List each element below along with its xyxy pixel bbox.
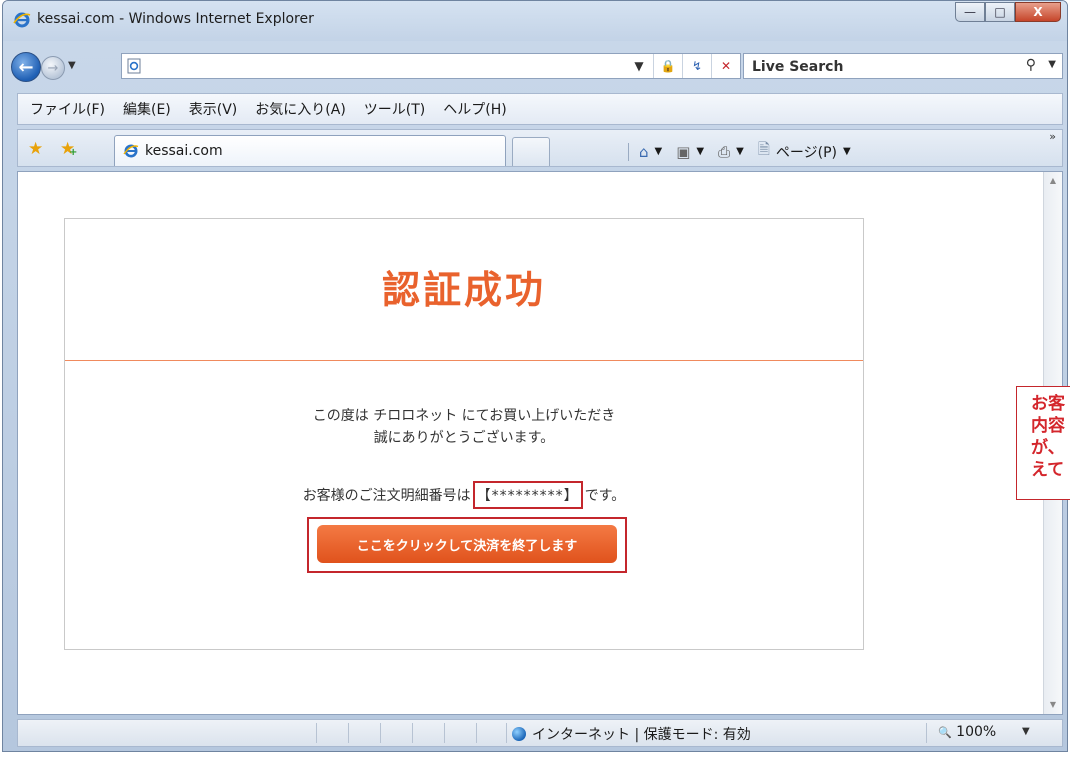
minimize-button[interactable]: —	[955, 2, 985, 22]
order-number: 【*********】	[472, 481, 583, 509]
print-icon[interactable]: ⎙	[718, 143, 730, 161]
menu-file[interactable]: ファイル(F)	[30, 99, 105, 119]
search-icon[interactable]: ⚲	[1026, 57, 1036, 73]
command-separator	[628, 142, 629, 161]
menu-favorites[interactable]: お気に入り(A)	[255, 99, 346, 119]
search-input[interactable]	[750, 56, 1004, 78]
order-prefix: お客様のご注文明細番号は	[302, 488, 471, 504]
ie-logo-icon	[13, 12, 31, 28]
zone-label: インターネット | 保護モード: 有効	[532, 727, 751, 743]
zoom-icon: 🔍	[938, 726, 952, 739]
search-box: ⚲ ▼	[743, 53, 1063, 79]
tab-kessai[interactable]: kessai.com	[114, 135, 506, 166]
minimize-icon: —	[964, 5, 976, 19]
thanks-line-2: 誠にありがとうございます。	[373, 430, 555, 446]
back-button[interactable]: ←	[11, 52, 41, 82]
status-divider	[316, 723, 317, 743]
home-dropdown-icon[interactable]: ▼	[655, 146, 663, 157]
ie-page-icon	[123, 144, 139, 158]
order-suffix: です。	[584, 488, 626, 504]
address-dropdown-icon[interactable]: ▼	[625, 54, 653, 78]
history-dropdown-icon[interactable]: ▼	[68, 60, 76, 71]
page-title: 認証成功	[381, 268, 546, 312]
address-bar[interactable]: ▼ 🔒 ↯ ✕	[121, 53, 741, 79]
order-number-line: お客様のご注文明細番号は 【*********】 です。	[65, 481, 863, 509]
status-divider	[348, 723, 349, 743]
scroll-up-icon[interactable]: ▲	[1044, 172, 1062, 190]
search-dropdown-icon[interactable]: ▼	[1048, 59, 1056, 70]
menu-help[interactable]: ヘルプ(H)	[443, 99, 506, 119]
navigation-bar: ← → ▼ ▼ 🔒 ↯ ✕ ⚲ ▼	[3, 47, 1067, 87]
status-divider	[412, 723, 413, 743]
title-divider	[65, 360, 863, 361]
feeds-icon[interactable]: ▣	[676, 143, 690, 161]
zoom-level[interactable]: 🔍 100%	[938, 724, 996, 740]
feeds-dropdown-icon[interactable]: ▼	[696, 146, 704, 157]
status-divider	[506, 723, 507, 743]
refresh-icon[interactable]: ↯	[682, 54, 711, 78]
globe-icon	[512, 727, 526, 741]
forward-arrow-icon: →	[47, 60, 59, 76]
menu-bar: ファイル(F) 編集(E) 表示(V) お気に入り(A) ツール(T) ヘルプ(…	[17, 93, 1063, 125]
status-divider	[444, 723, 445, 743]
zoom-value: 100%	[956, 724, 997, 740]
command-bar: ⌂ ▼ ▣ ▼ ⎙ ▼ 🗎 ページ(P) ▼	[628, 139, 865, 164]
maximize-button[interactable]: □	[985, 2, 1015, 22]
favorites-star-icon[interactable]: ★	[28, 139, 43, 159]
status-divider	[926, 723, 927, 743]
page-menu-button[interactable]: ページ(P)	[776, 142, 837, 162]
status-divider	[380, 723, 381, 743]
menu-tools[interactable]: ツール(T)	[364, 99, 425, 119]
plus-icon: +	[69, 147, 78, 158]
scroll-down-icon[interactable]: ▼	[1044, 696, 1062, 714]
home-icon[interactable]: ⌂	[639, 143, 649, 161]
lock-icon[interactable]: 🔒	[653, 54, 682, 78]
window-title: kessai.com - Windows Internet Explorer	[37, 11, 314, 27]
menu-edit[interactable]: 編集(E)	[123, 99, 171, 119]
more-commands-icon[interactable]: »	[1049, 130, 1056, 143]
add-favorite-icon[interactable]: ★ +	[60, 139, 78, 159]
close-button[interactable]: X	[1015, 2, 1061, 22]
forward-button[interactable]: →	[41, 56, 65, 80]
new-tab-button[interactable]	[512, 137, 550, 166]
page-dropdown-icon[interactable]: ▼	[843, 146, 851, 157]
stop-icon[interactable]: ✕	[711, 54, 740, 78]
maximize-icon: □	[994, 5, 1006, 19]
thanks-message: この度は チロロネット にてお買い上げいただき 誠にありがとうございます。	[65, 405, 863, 449]
security-zone[interactable]: インターネット | 保護モード: 有効	[512, 724, 751, 744]
tab-label: kessai.com	[145, 143, 223, 159]
window-controls: — □ X	[955, 2, 1061, 22]
address-tools: ▼ 🔒 ↯ ✕	[625, 54, 740, 78]
title-bar: kessai.com - Windows Internet Explorer —…	[3, 1, 1067, 41]
status-divider	[476, 723, 477, 743]
page-menu-icon: 🗎	[757, 140, 770, 158]
page-viewport: 認証成功 この度は チロロネット にてお買い上げいただき 誠にありがとうございま…	[17, 171, 1063, 715]
browser-window: kessai.com - Windows Internet Explorer —…	[2, 0, 1068, 752]
back-arrow-icon: ←	[18, 56, 34, 78]
thanks-line-1: この度は チロロネット にてお買い上げいただき	[312, 408, 616, 424]
print-dropdown-icon[interactable]: ▼	[736, 146, 744, 157]
zoom-dropdown-icon[interactable]: ▼	[1022, 726, 1030, 737]
tab-bar: ★ ★ + kessai.com ⌂ ▼ ▣ ▼ ⎙ ▼ 🗎 ページ(P) ▼ »	[17, 129, 1063, 167]
finish-button-highlight: ここをクリックして決済を終了します	[307, 517, 627, 573]
page-icon	[127, 58, 141, 74]
status-bar: インターネット | 保護モード: 有効 🔍 100% ▼	[17, 719, 1063, 747]
auth-result-card: 認証成功 この度は チロロネット にてお買い上げいただき 誠にありがとうございま…	[64, 218, 864, 650]
close-icon: X	[1033, 5, 1043, 19]
menu-view[interactable]: 表示(V)	[189, 99, 238, 119]
annotation-callout: お客 内容 が、 えて	[1016, 386, 1070, 500]
finish-payment-button[interactable]: ここをクリックして決済を終了します	[317, 525, 617, 563]
